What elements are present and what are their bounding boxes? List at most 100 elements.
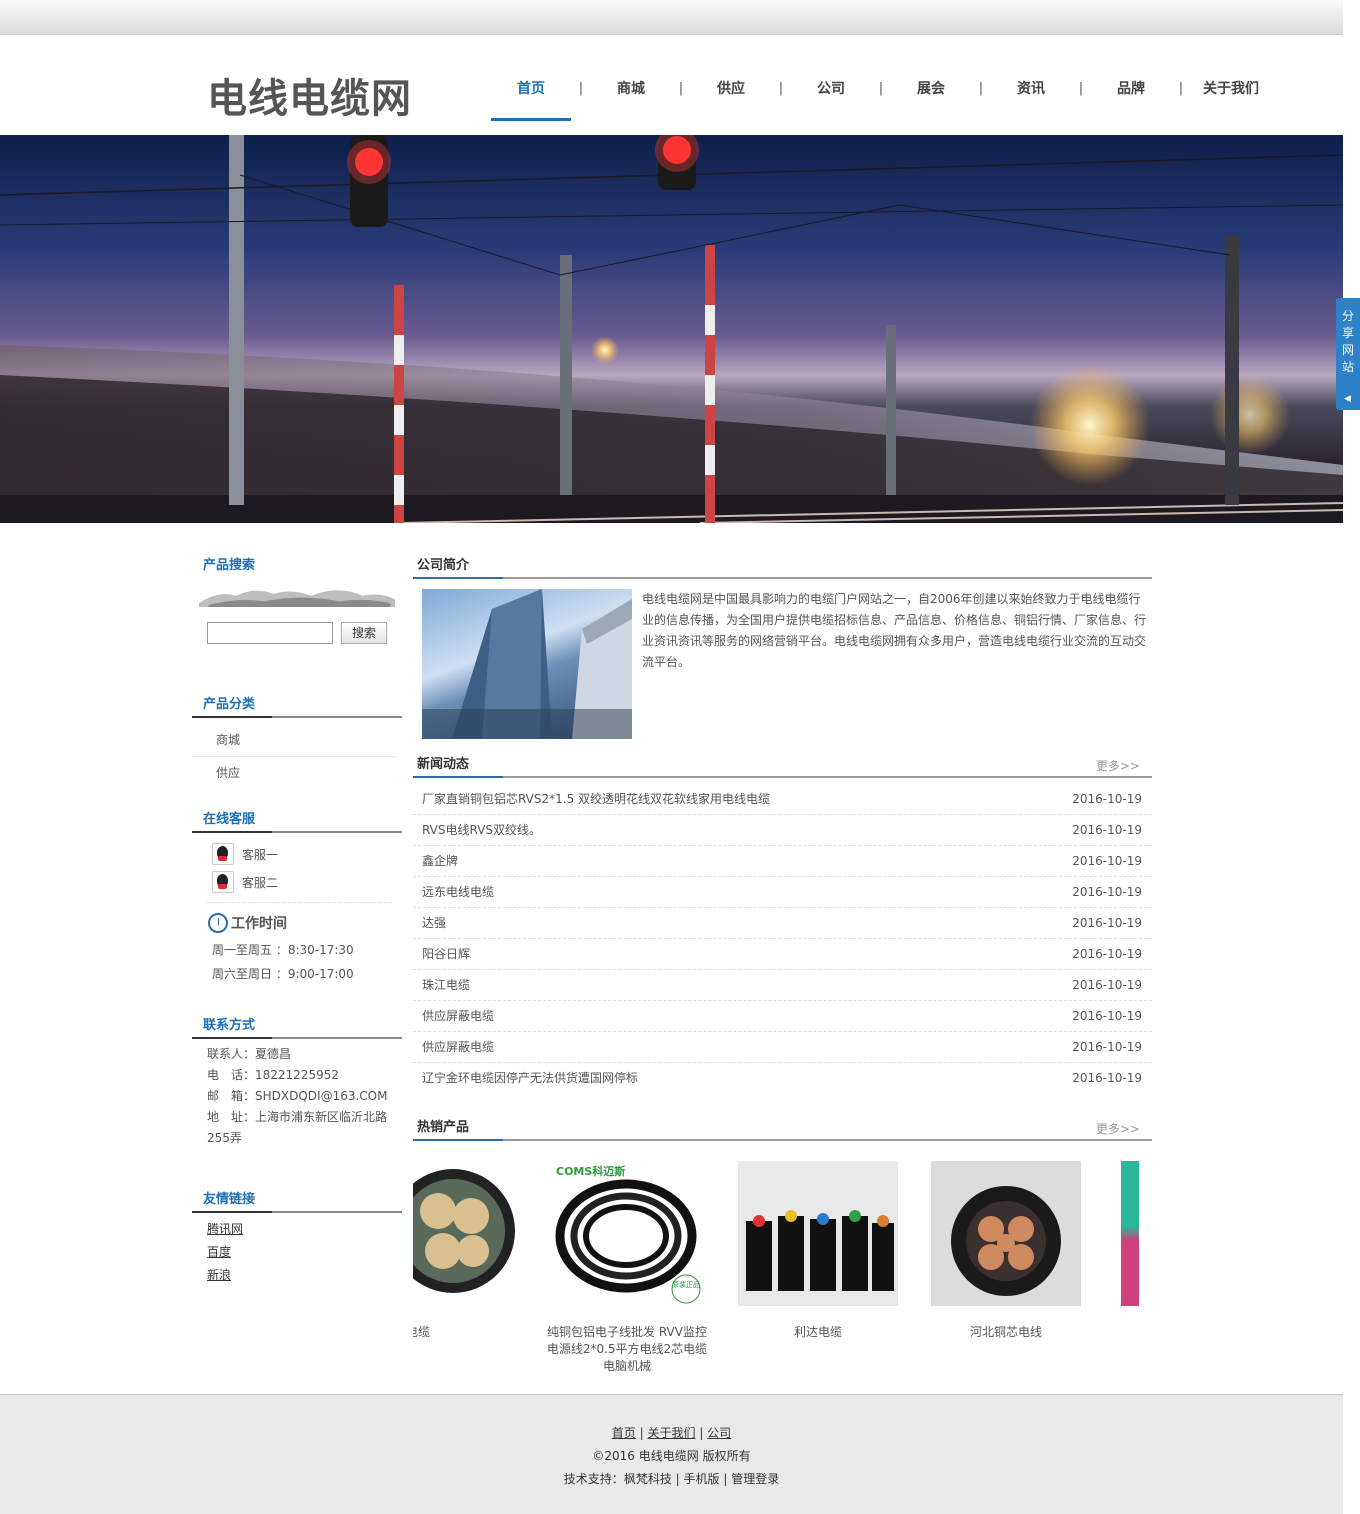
service-agent-2[interactable]: 客服二: [192, 868, 402, 896]
left-sidebar: 产品搜索 搜索 产品分类 商城 供应 在线客服 客服一 客服二 工作时间 周一至…: [192, 555, 402, 1287]
contact-title: 联系方式: [203, 1018, 256, 1033]
news-item-title[interactable]: 鑫企牌: [422, 846, 458, 876]
nav-separator: |: [778, 81, 784, 96]
skyscraper-image: [422, 589, 632, 739]
nav-home[interactable]: 首页: [491, 70, 571, 121]
news-list: 厂家直销铜包铝芯RVS2*1.5 双绞透明花线双花软线家用电线电缆 2016-10…: [413, 784, 1152, 1093]
news-item[interactable]: 珠江电缆 2016-10-19: [413, 970, 1152, 1001]
product-name[interactable]: 利达电缆: [738, 1324, 898, 1341]
contact-email: 邮 箱：SHDXDQDI@163.COM: [207, 1089, 388, 1103]
category-item-mall[interactable]: 商城: [192, 724, 396, 757]
nav-brand[interactable]: 品牌: [1091, 70, 1171, 115]
service-agent-label: 客服二: [242, 875, 279, 890]
category-item-supply[interactable]: 供应: [192, 757, 396, 789]
category-list: 商城 供应: [192, 724, 402, 789]
nav-company[interactable]: 公司: [791, 70, 871, 115]
product-name[interactable]: 珠江电缆: [413, 1324, 543, 1341]
contact-phone: 电 话：18221225952: [207, 1068, 339, 1082]
news-item-title[interactable]: 厂家直销铜包铝芯RVS2*1.5 双绞透明花线双花软线家用电线电缆: [422, 784, 770, 814]
nav-supply[interactable]: 供应: [691, 70, 771, 115]
product-card-partial: [1120, 1161, 1140, 1324]
hero-banner: [0, 135, 1343, 523]
product-name[interactable]: 河北铜芯电线: [931, 1324, 1081, 1341]
nav-mall[interactable]: 商城: [591, 70, 671, 115]
link-sina[interactable]: 新浪: [192, 1264, 402, 1287]
news-item[interactable]: 辽宁金环电缆因停产无法供货遭国网停标 2016-10-19: [413, 1063, 1152, 1093]
brand-logo: COMS科迈斯: [556, 1164, 625, 1178]
contact-address: 地 址：上海市浦东新区临沂北路255弄: [207, 1110, 388, 1145]
nav-news[interactable]: 资讯: [991, 70, 1071, 115]
news-item[interactable]: RVS电线RVS双绞线。 2016-10-19: [413, 815, 1152, 846]
copper-core-cable-image: [931, 1161, 1081, 1306]
product-card[interactable]: 利达电缆: [738, 1161, 898, 1341]
footer-link-about[interactable]: 关于我们: [647, 1426, 695, 1440]
link-baidu[interactable]: 百度: [192, 1241, 402, 1264]
news-item-title[interactable]: 阳谷日辉: [422, 939, 470, 969]
arrow-left-icon: ◀: [1344, 394, 1351, 404]
company-intro: 电线电缆网是中国最具影响力的电缆门户网站之一，自2006年创建以来始终致力于电线…: [413, 589, 1152, 739]
news-item-date: 2016-10-19: [1072, 1009, 1142, 1023]
work-hours-weekday: 周一至周五 ：8:30-17:30: [212, 943, 354, 957]
news-item-title[interactable]: 辽宁金环电缆因停产无法供货遭国网停标: [422, 1063, 638, 1093]
news-item[interactable]: 远东电线电缆 2016-10-19: [413, 877, 1152, 908]
news-item-title[interactable]: RVS电线RVS双绞线。: [422, 815, 541, 845]
news-item[interactable]: 供应屏蔽电缆 2016-10-19: [413, 1001, 1152, 1032]
news-item-date: 2016-10-19: [1072, 823, 1142, 837]
nav-separator: |: [678, 81, 684, 96]
service-agent-1[interactable]: 客服一: [192, 840, 402, 868]
footer-admin-login[interactable]: 管理登录: [731, 1472, 779, 1486]
news-item[interactable]: 阳谷日辉 2016-10-19: [413, 939, 1152, 970]
news-item-title[interactable]: 珠江电缆: [422, 970, 470, 1000]
footer-link-home[interactable]: 首页: [612, 1426, 636, 1440]
friend-links-title: 友情链接: [203, 1192, 256, 1207]
clock-icon: [208, 913, 228, 933]
search-button[interactable]: 搜索: [341, 622, 387, 644]
product-search-form: 搜索: [192, 622, 402, 644]
news-item[interactable]: 厂家直销铜包铝芯RVS2*1.5 双绞透明花线双花软线家用电线电缆 2016-10…: [413, 784, 1152, 815]
news-item[interactable]: 供应屏蔽电缆 2016-10-19: [413, 1032, 1152, 1063]
share-site-tab[interactable]: 分享网站 ◀: [1336, 298, 1360, 410]
nav-expo[interactable]: 展会: [891, 70, 971, 115]
product-carousel: 珠江电缆 COMS科迈斯 原装正品 纯铜包铝电子线批发 RVV监控电源线2*0.…: [413, 1161, 1152, 1391]
nav-about[interactable]: 关于我们: [1191, 70, 1271, 115]
product-card[interactable]: COMS科迈斯 原装正品 纯铜包铝电子线批发 RVV监控电源线2*0.5平方电线…: [546, 1161, 708, 1375]
products-more-link[interactable]: 更多>>: [1096, 1120, 1140, 1137]
qq-penguin-icon: [212, 843, 234, 865]
product-card[interactable]: 珠江电缆: [413, 1161, 543, 1341]
footer-mobile-link[interactable]: 手机版: [684, 1472, 720, 1486]
product-name[interactable]: 纯铜包铝电子线批发 RVV监控电源线2*0.5平方电线2芯电缆电脑机械: [546, 1324, 708, 1375]
footer-support-company[interactable]: 枫梵科技: [624, 1472, 672, 1486]
footer-copyright: ©2016 电线电缆网 版权所有: [592, 1449, 751, 1463]
nav-separator: |: [978, 81, 984, 96]
product-badge: 原装正品: [672, 1280, 700, 1289]
products-header: 热销产品 更多>>: [413, 1117, 1152, 1139]
page: 电线电缆网 首页 | 商城 | 供应 | 公司 | 展会 | 资讯 | 品牌 |…: [0, 0, 1360, 1514]
news-item-date: 2016-10-19: [1072, 854, 1142, 868]
main-nav: 首页 | 商城 | 供应 | 公司 | 展会 | 资讯 | 品牌 | 关于我们: [491, 70, 1271, 121]
news-item-date: 2016-10-19: [1072, 916, 1142, 930]
work-hours-label: 工作时间: [231, 916, 287, 932]
footer-link-company[interactable]: 公司: [707, 1426, 731, 1440]
news-item-title[interactable]: 达强: [422, 908, 446, 938]
product-search-input[interactable]: [207, 622, 333, 644]
site-logo[interactable]: 电线电缆网: [207, 66, 412, 124]
news-item-date: 2016-10-19: [1072, 978, 1142, 992]
news-header: 新闻动态 更多>>: [413, 754, 1152, 776]
nav-separator: |: [578, 81, 584, 96]
news-item-title[interactable]: 供应屏蔽电缆: [422, 1032, 494, 1062]
section-divider: [192, 831, 402, 833]
product-card[interactable]: 河北铜芯电线: [931, 1161, 1081, 1341]
news-item[interactable]: 达强 2016-10-19: [413, 908, 1152, 939]
link-tencent[interactable]: 腾讯网: [192, 1218, 402, 1241]
news-item-title[interactable]: 供应屏蔽电缆: [422, 1001, 494, 1031]
share-label: 分享网站: [1341, 309, 1354, 374]
footer-support: 技术支持：枫梵科技 | 手机版 | 管理登录: [563, 1472, 780, 1486]
cable-cross-section-image: [413, 1161, 543, 1306]
news-more-link[interactable]: 更多>>: [1096, 757, 1140, 774]
product-category-title: 产品分类: [203, 697, 256, 712]
news-item-title[interactable]: 远东电线电缆: [422, 877, 494, 907]
news-item[interactable]: 鑫企牌 2016-10-19: [413, 846, 1152, 877]
dashed-divider: [207, 902, 392, 903]
news-item-date: 2016-10-19: [1072, 1071, 1142, 1085]
nav-separator: |: [878, 81, 884, 96]
